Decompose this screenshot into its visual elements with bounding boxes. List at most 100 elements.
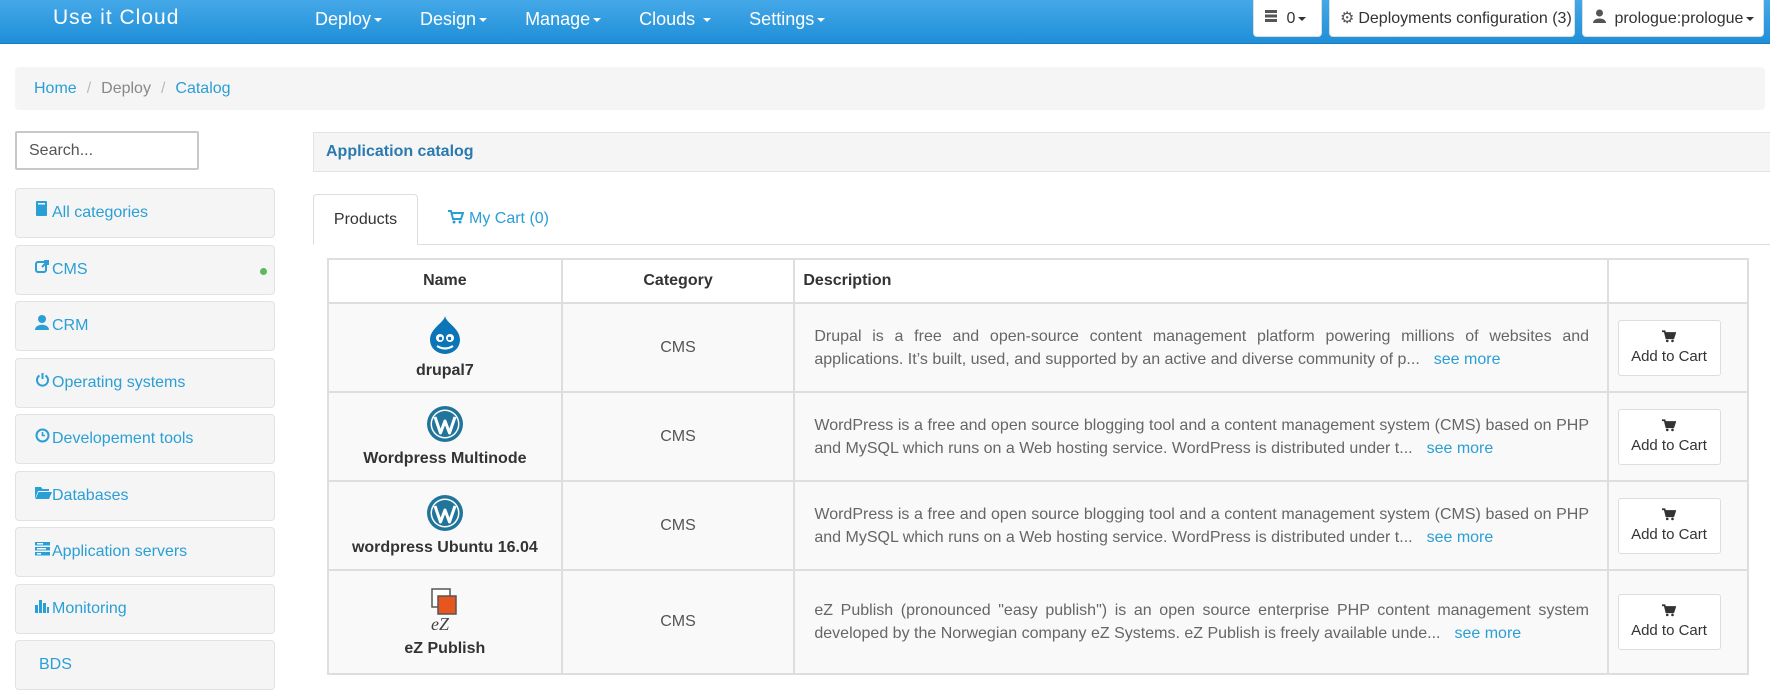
chevron-down-icon <box>1746 16 1755 21</box>
menu-manage[interactable]: Manage <box>525 0 602 38</box>
chevron-down-icon <box>479 18 488 23</box>
action-cell: Add to Cart <box>1607 569 1749 675</box>
chevron-down-icon <box>374 18 383 23</box>
power-icon <box>35 359 51 407</box>
sidebar-item-databases[interactable]: Databases <box>15 470 275 521</box>
active-indicator <box>260 267 267 275</box>
app-name-cell: eZ eZ Publish <box>327 569 563 675</box>
chevron-down-icon <box>1298 16 1307 21</box>
app-description-cell: eZ Publish (pronounced "easy publish") i… <box>793 569 1610 675</box>
folder-open-icon <box>35 472 52 520</box>
cart-icon <box>1619 418 1720 436</box>
tab-products[interactable]: Products <box>313 194 418 245</box>
gear-icon: ⚙ <box>1340 10 1355 27</box>
sidebar-item-monitoring[interactable]: Monitoring <box>15 583 275 634</box>
chevron-down-icon <box>817 18 826 23</box>
cart-icon <box>448 210 469 227</box>
user-icon <box>1593 9 1610 27</box>
server-count: 0 <box>1286 10 1296 27</box>
deployments-config-label: Deployments configuration (3) <box>1358 10 1572 27</box>
menu-clouds[interactable]: Clouds <box>639 0 712 38</box>
catalog-table: Name Category Description drupal7 CMS Dr… <box>327 258 1749 675</box>
column-header-description: Description <box>793 258 1610 304</box>
chevron-down-icon <box>703 18 712 23</box>
user-icon <box>35 302 51 350</box>
cart-icon <box>1619 507 1720 525</box>
ez-publish-logo: eZ <box>329 587 561 638</box>
add-to-cart-button[interactable]: Add to Cart <box>1617 319 1721 376</box>
cart-icon <box>1619 329 1720 347</box>
see-more-link[interactable]: see more <box>1434 351 1501 368</box>
app-name: eZ Publish <box>404 639 486 657</box>
column-header-name: Name <box>327 258 563 304</box>
external-link-icon <box>35 246 51 294</box>
user-menu[interactable]: prologue:prologue <box>1582 0 1764 37</box>
see-more-link[interactable]: see more <box>1454 625 1521 642</box>
breadcrumb-catalog[interactable]: Catalog <box>175 80 230 97</box>
sidebar-item-development-tools[interactable]: Developement tools <box>15 414 275 464</box>
app-category: CMS <box>560 391 796 482</box>
sidebar-item-all-categories[interactable]: All categories <box>15 188 275 238</box>
app-name-cell: Wordpress Multinode <box>327 391 563 482</box>
see-more-link[interactable]: see more <box>1427 440 1494 457</box>
book-icon <box>35 189 51 237</box>
servers-dropdown[interactable]: 0 <box>1253 0 1322 37</box>
app-brand[interactable]: Use it Cloud <box>53 6 179 30</box>
add-to-cart-button[interactable]: Add to Cart <box>1617 497 1721 554</box>
menu-deploy[interactable]: Deploy <box>315 0 383 38</box>
panel-title: Application catalog <box>313 132 1770 172</box>
wordpress-logo <box>329 405 561 448</box>
app-name-cell: wordpress Ubuntu 16.04 <box>327 480 563 571</box>
username: prologue:prologue <box>1614 10 1744 27</box>
menu-settings[interactable]: Settings <box>749 0 826 38</box>
stats-icon <box>35 585 51 633</box>
app-name-cell: drupal7 <box>327 302 563 393</box>
breadcrumb-deploy: Deploy <box>101 80 151 97</box>
table-row: Wordpress Multinode CMS WordPress is a f… <box>327 391 1749 482</box>
add-to-cart-button[interactable]: Add to Cart <box>1617 408 1721 465</box>
drupal-logo <box>329 315 561 360</box>
see-more-link[interactable]: see more <box>1427 529 1494 546</box>
breadcrumb: Home / Deploy / Catalog <box>15 67 1765 110</box>
breadcrumb-separator: / <box>160 80 166 97</box>
svg-text:eZ: eZ <box>431 614 450 633</box>
breadcrumb-separator: / <box>86 80 92 97</box>
clock-icon <box>35 415 51 463</box>
sidebar-item-application-servers[interactable]: Application servers <box>15 527 275 577</box>
table-row: drupal7 CMS Drupal is a free and open-so… <box>327 302 1749 393</box>
tab-my-cart[interactable]: My Cart (0) <box>448 194 549 245</box>
breadcrumb-home[interactable]: Home <box>34 80 77 97</box>
app-category: CMS <box>560 480 796 571</box>
main-menu: Deploy Design Manage Clouds Settings <box>315 0 863 40</box>
app-category: CMS <box>560 569 796 675</box>
server-icon <box>1264 10 1282 27</box>
category-list: All categories CMS CRM Operating systems… <box>15 188 275 697</box>
search-input[interactable] <box>15 131 199 170</box>
table-row: eZ eZ Publish CMS eZ Publish (pronounced… <box>327 569 1749 675</box>
menu-design[interactable]: Design <box>420 0 488 38</box>
add-to-cart-button[interactable]: Add to Cart <box>1617 594 1721 650</box>
table-row: wordpress Ubuntu 16.04 CMS WordPress is … <box>327 480 1749 571</box>
app-name: wordpress Ubuntu 16.04 <box>351 539 538 556</box>
action-cell: Add to Cart <box>1607 302 1749 393</box>
deployments-config-button[interactable]: ⚙ Deployments configuration (3) <box>1329 0 1575 37</box>
app-name: drupal7 <box>415 362 474 379</box>
app-name: Wordpress Multinode <box>363 450 527 467</box>
column-header-category: Category <box>560 258 796 304</box>
catalog-tabs: Products My Cart (0) <box>313 194 1770 245</box>
app-category: CMS <box>560 302 796 393</box>
tasks-icon <box>35 528 51 576</box>
app-description-cell: WordPress is a free and open source blog… <box>793 391 1610 482</box>
top-navbar: Use it Cloud Deploy Design Manage Clouds… <box>0 0 1770 44</box>
app-description-cell: WordPress is a free and open source blog… <box>793 480 1610 571</box>
sidebar-item-cms[interactable]: CMS <box>15 244 275 295</box>
wordpress-logo <box>329 494 561 537</box>
table-header-row: Name Category Description <box>327 258 1749 304</box>
chevron-down-icon <box>593 18 602 23</box>
sidebar-item-crm[interactable]: CRM <box>15 301 275 351</box>
action-cell: Add to Cart <box>1607 391 1749 482</box>
cart-icon <box>1619 603 1720 621</box>
action-cell: Add to Cart <box>1607 480 1749 571</box>
app-description-cell: Drupal is a free and open-source content… <box>793 302 1610 393</box>
sidebar-item-operating-systems[interactable]: Operating systems <box>15 357 275 408</box>
